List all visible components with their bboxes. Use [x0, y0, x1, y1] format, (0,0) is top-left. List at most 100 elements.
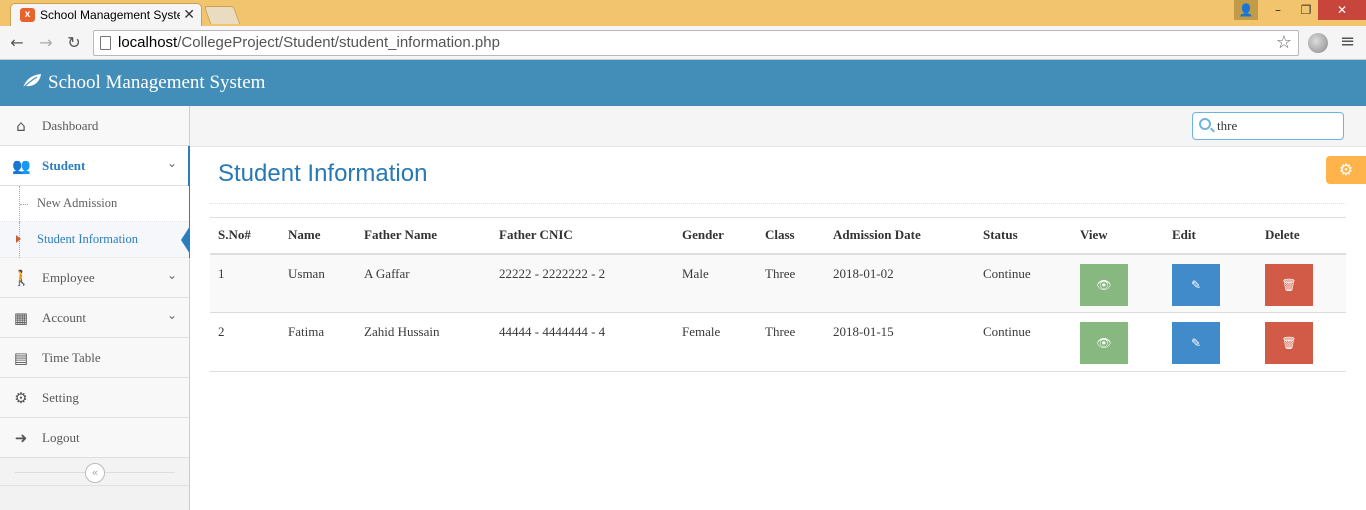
cell-name: Usman	[280, 253, 356, 313]
sidebar-item-time-table[interactable]: ▤ Time Table	[0, 338, 189, 378]
edit-button[interactable]: ✎	[1172, 263, 1220, 306]
sidebar-item-student[interactable]: 👥 Student ⌄	[0, 146, 190, 258]
student-table: S.No# Name Father Name Father CNIC Gende…	[210, 217, 1346, 372]
column-header: Name	[280, 217, 356, 255]
logout-icon: ➜	[14, 429, 28, 447]
back-arrow-icon[interactable]: ←	[6, 32, 28, 54]
cell-father-name: Zahid Hussain	[356, 312, 491, 372]
address-bar[interactable]: localhost/CollegeProject/Student/student…	[93, 30, 1299, 56]
sidebar-subitem-student-information[interactable]: Student Information	[0, 222, 190, 258]
edit-icon: ✎	[1190, 277, 1202, 292]
column-header: Father CNIC	[491, 217, 674, 255]
cell-name: Fatima	[280, 312, 356, 372]
calculator-icon: ▦	[13, 309, 29, 327]
divider	[210, 203, 1346, 204]
sidebar-item-logout[interactable]: ➜ Logout	[0, 418, 189, 458]
sidebar-subitem-label: Student Information	[37, 232, 139, 246]
table-row: 2 Fatima Zahid Hussain 44444 - 4444444 -…	[210, 312, 1346, 372]
new-tab-button[interactable]	[203, 6, 241, 24]
cell-sno: 2	[210, 312, 280, 372]
eye-icon: 👁	[1096, 277, 1112, 292]
person-icon: 🚶	[12, 269, 31, 287]
app-navbar: School Management System	[0, 60, 1366, 106]
browser-titlebar: x School Management Syste ✕ 👤 – ❐ ✕	[0, 0, 1366, 26]
sidebar-subitem-new-admission[interactable]: New Admission	[0, 186, 189, 222]
cell-gender: Male	[674, 253, 757, 313]
browser-menu-icon[interactable]: ≡	[1340, 31, 1355, 52]
sidebar-item-label: Time Table	[42, 350, 101, 365]
app-brand-title[interactable]: School Management System	[48, 72, 265, 94]
sidebar-item-employee[interactable]: 🚶 Employee ⌄	[0, 258, 189, 298]
minimize-button[interactable]: –	[1264, 0, 1292, 20]
sidebar-item-label: Account	[42, 310, 87, 325]
sidebar-item-setting[interactable]: ⚙ Setting	[0, 378, 189, 418]
column-header: Delete	[1257, 217, 1346, 255]
reload-icon[interactable]: ↻	[63, 32, 85, 54]
maximize-button[interactable]: ❐	[1292, 0, 1320, 20]
sidebar-item-label: Student	[42, 158, 86, 173]
calendar-icon: ▤	[13, 349, 29, 367]
column-header: View	[1072, 217, 1164, 255]
eye-icon: 👁	[1096, 336, 1112, 350]
user-profile-icon[interactable]: 👤	[1234, 0, 1258, 20]
trash-icon: 🗑	[1281, 336, 1297, 350]
extension-icon[interactable]	[1308, 33, 1328, 53]
cell-admission-date: 2018-01-15	[825, 312, 975, 372]
url-text: localhost/CollegeProject/Student/student…	[118, 34, 500, 51]
sidebar-item-label: Dashboard	[42, 118, 99, 133]
column-header: Edit	[1164, 217, 1257, 255]
settings-gear-button[interactable]: ⚙	[1326, 156, 1366, 184]
page-title: Student Information	[218, 160, 428, 187]
cell-view: 👁	[1072, 253, 1164, 313]
table-header-row: S.No# Name Father Name Father CNIC Gende…	[210, 217, 1346, 255]
table-row: 1 Usman A Gaffar 22222 - 2222222 - 2 Mal…	[210, 253, 1346, 313]
gear-icon: ⚙	[14, 389, 28, 407]
users-icon: 👥	[12, 157, 31, 175]
double-chevron-left-icon[interactable]: «	[85, 463, 105, 483]
cell-edit: ✎	[1164, 312, 1257, 372]
chevron-down-icon: ⌄	[166, 308, 177, 322]
delete-button[interactable]: 🗑	[1265, 263, 1313, 306]
cell-class: Three	[757, 312, 825, 372]
sidebar-item-label: Employee	[42, 270, 95, 285]
cell-sno: 1	[210, 253, 280, 313]
column-header: Gender	[674, 217, 757, 255]
cell-delete: 🗑	[1257, 253, 1346, 313]
sidebar: ⌂ Dashboard 👥 Student ⌄ New Admission St…	[0, 106, 190, 510]
view-button[interactable]: 👁	[1080, 263, 1128, 306]
edit-button[interactable]: ✎	[1172, 322, 1220, 364]
close-tab-icon[interactable]: ✕	[183, 6, 195, 23]
sidebar-collapse-row: «	[0, 460, 189, 486]
delete-button[interactable]: 🗑	[1265, 322, 1313, 364]
caret-right-icon	[16, 235, 21, 243]
tree-branch	[20, 204, 28, 205]
cell-father-cnic: 22222 - 2222222 - 2	[491, 253, 674, 313]
close-window-button[interactable]: ✕	[1318, 0, 1366, 20]
leaf-icon	[22, 74, 41, 89]
search-input[interactable]	[1217, 118, 1337, 134]
home-icon: ⌂	[16, 117, 26, 135]
edit-icon: ✎	[1190, 336, 1202, 350]
column-header: Father Name	[356, 217, 491, 255]
sidebar-item-dashboard[interactable]: ⌂ Dashboard	[0, 106, 189, 146]
sidebar-subitem-label: New Admission	[37, 196, 118, 210]
cell-edit: ✎	[1164, 253, 1257, 313]
chevron-down-icon: ⌄	[166, 156, 177, 170]
cell-father-name: A Gaffar	[356, 253, 491, 313]
sidebar-item-account[interactable]: ▦ Account ⌄	[0, 298, 189, 338]
trash-icon: 🗑	[1281, 277, 1297, 292]
cell-status: Continue	[975, 312, 1072, 372]
chevron-down-icon: ⌄	[166, 268, 177, 282]
bookmark-star-icon[interactable]: ☆	[1276, 32, 1292, 53]
view-button[interactable]: 👁	[1080, 322, 1128, 364]
nav-search[interactable]	[1192, 112, 1344, 140]
column-header: Class	[757, 217, 825, 255]
cell-class: Three	[757, 253, 825, 313]
cell-gender: Female	[674, 312, 757, 372]
forward-arrow-icon[interactable]: →	[35, 32, 57, 54]
page-icon	[100, 36, 111, 50]
browser-tab[interactable]: x School Management Syste ✕	[10, 3, 202, 26]
search-icon	[1199, 118, 1211, 130]
breadcrumbs-bar	[190, 106, 1366, 147]
active-arrow	[181, 226, 190, 254]
